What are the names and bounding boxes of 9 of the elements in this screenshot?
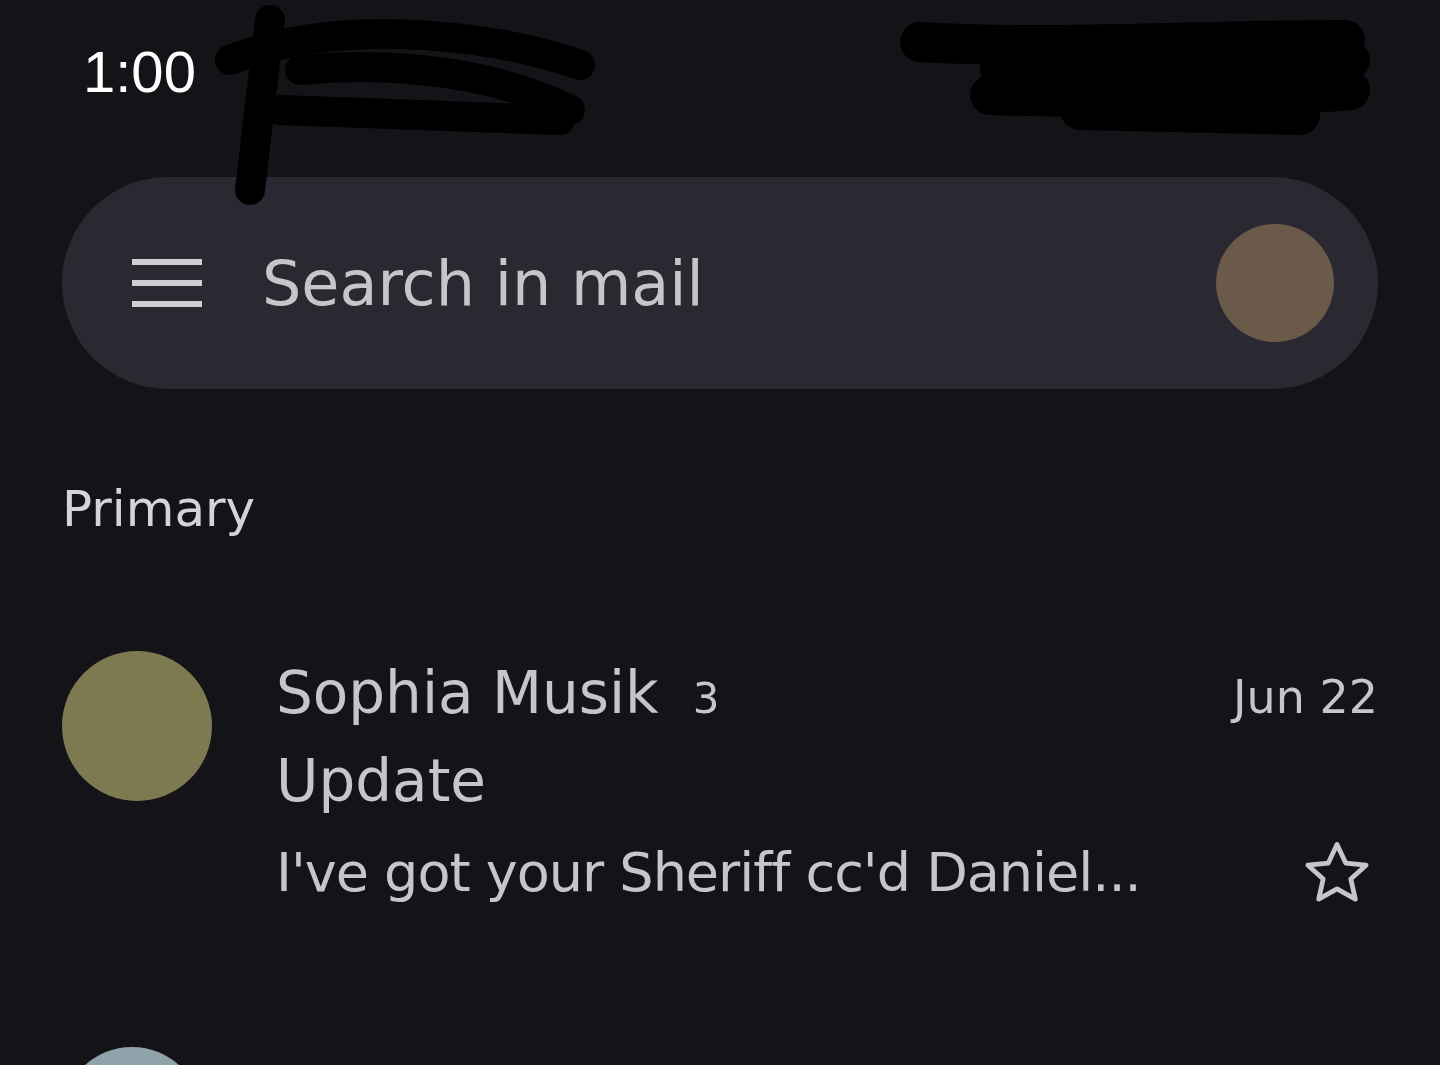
section-title: Primary: [62, 479, 257, 539]
search-field[interactable]: Search in mail: [260, 245, 1158, 321]
menu-icon[interactable]: [132, 259, 202, 307]
thread-count: 3: [692, 674, 720, 723]
status-time: 1:00: [83, 40, 196, 104]
message-snippet: I've got your Sheriff cc'd Daniel...: [276, 840, 1141, 906]
message-date: Jun 22: [1232, 670, 1378, 724]
message-subject: Update: [276, 746, 488, 817]
sender-name: Sophia Musik: [276, 658, 659, 729]
